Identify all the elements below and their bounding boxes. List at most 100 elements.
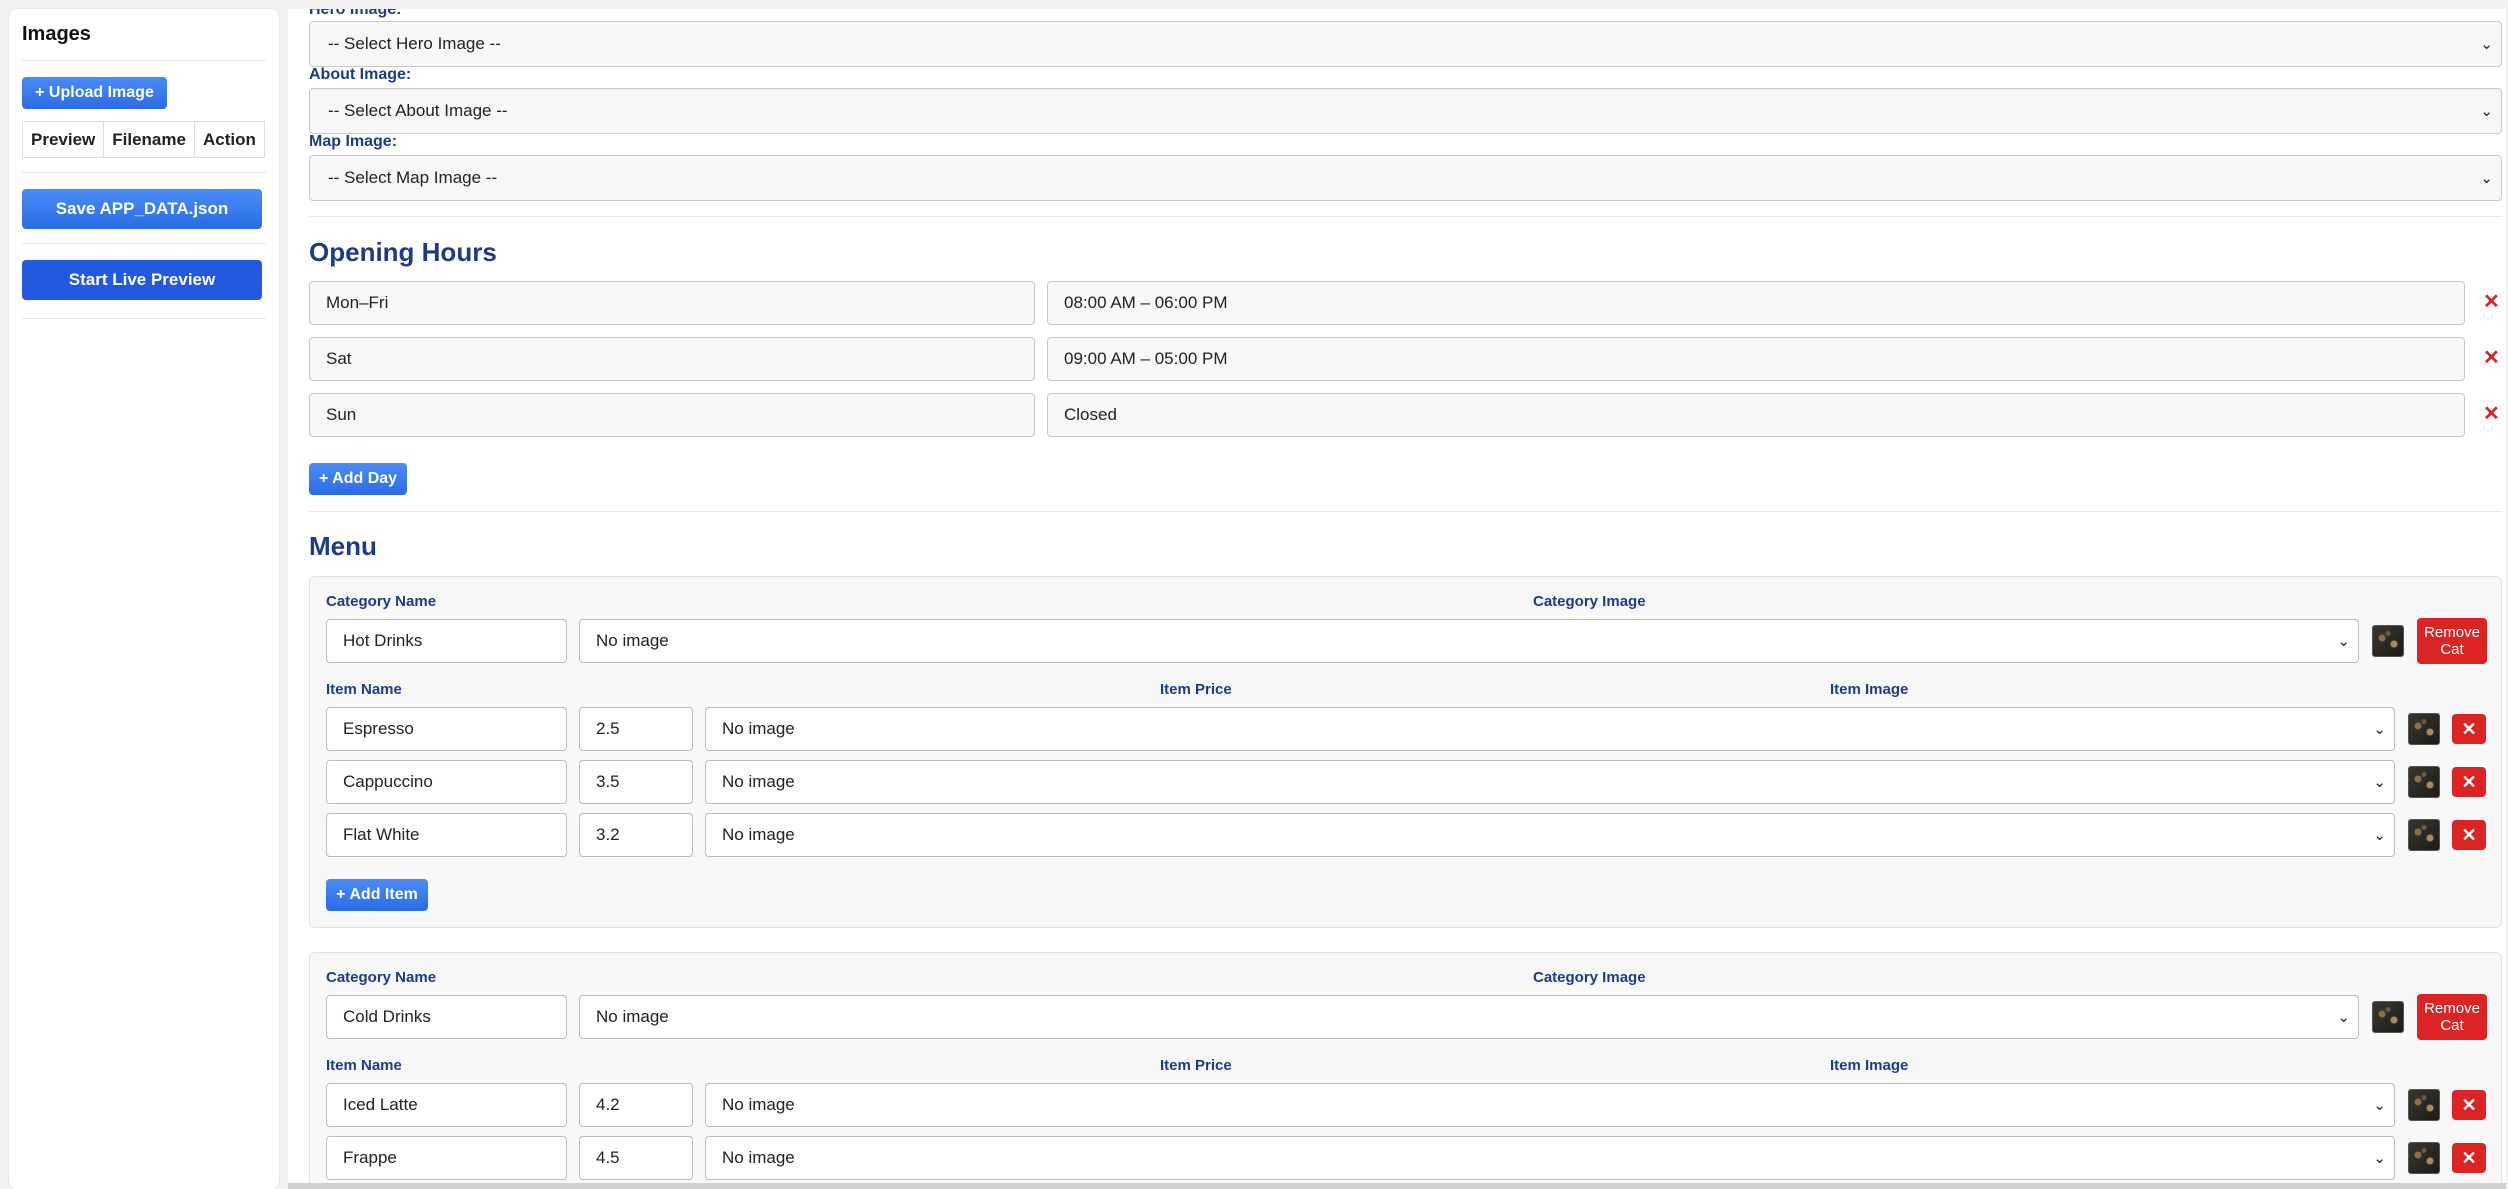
- main-editor: Hero Image: -- Select Hero Image -- ⌄ Ab…: [288, 9, 2506, 1189]
- menu-title: Menu: [309, 531, 377, 561]
- chevron-down-icon: ⌄: [2480, 170, 2493, 187]
- table-header-preview: Preview: [21, 121, 105, 158]
- item-image-value: No image: [722, 772, 795, 791]
- hours-day-input[interactable]: Sun: [309, 393, 1035, 437]
- map-image-value: -- Select Map Image --: [328, 168, 498, 187]
- add-day-button[interactable]: + Add Day: [309, 463, 407, 495]
- images-table: Preview Filename Action: [21, 121, 265, 158]
- map-image-select[interactable]: -- Select Map Image -- ⌄: [309, 155, 2502, 201]
- remove-day-icon[interactable]: ✕: [2483, 401, 2500, 426]
- category-name-input[interactable]: Cold Drinks: [326, 995, 567, 1039]
- about-image-label: About Image:: [309, 66, 412, 83]
- hours-day-input[interactable]: Sat: [309, 337, 1035, 381]
- divider: [309, 511, 2502, 512]
- remove-category-button[interactable]: Remove Cat: [2417, 994, 2487, 1040]
- divider: [22, 60, 266, 61]
- hours-time-input[interactable]: 08:00 AM – 06:00 PM: [1047, 281, 2465, 325]
- image-thumbnail-icon: [2372, 1001, 2404, 1033]
- remove-item-button[interactable]: ✕: [2452, 1090, 2486, 1120]
- item-image-value: No image: [722, 1095, 795, 1114]
- category-image-label: Category Image: [1533, 969, 1646, 986]
- hero-image-select[interactable]: -- Select Hero Image -- ⌄: [309, 21, 2502, 67]
- about-image-select[interactable]: -- Select About Image -- ⌄: [309, 88, 2502, 134]
- item-name-input[interactable]: Cappuccino: [326, 760, 567, 804]
- item-image-label: Item Image: [1830, 1057, 1909, 1074]
- item-price-input[interactable]: 4.5: [579, 1136, 693, 1180]
- remove-item-button[interactable]: ✕: [2452, 767, 2486, 797]
- item-image-select[interactable]: No image ⌄: [705, 1136, 2395, 1180]
- category-image-select[interactable]: No image ⌄: [579, 995, 2359, 1039]
- remove-day-icon[interactable]: ✕: [2483, 345, 2500, 370]
- chevron-down-icon: ⌄: [2337, 1009, 2350, 1026]
- table-header-filename: Filename: [103, 121, 195, 158]
- image-thumbnail-icon: [2408, 819, 2440, 851]
- category-name-label: Category Name: [326, 969, 437, 986]
- item-image-select[interactable]: No image ⌄: [705, 1083, 2395, 1127]
- item-name-input[interactable]: Iced Latte: [326, 1083, 567, 1127]
- category-image-value: No image: [596, 1007, 669, 1026]
- chevron-down-icon: ⌄: [2373, 1150, 2386, 1167]
- map-image-label: Map Image:: [309, 133, 398, 150]
- remove-category-button[interactable]: Remove Cat: [2417, 618, 2487, 664]
- chevron-down-icon: ⌄: [2480, 36, 2493, 53]
- item-price-input[interactable]: 4.2: [579, 1083, 693, 1127]
- item-image-select[interactable]: No image ⌄: [705, 760, 2395, 804]
- hours-time-input[interactable]: Closed: [1047, 393, 2465, 437]
- divider: [22, 243, 266, 244]
- opening-hours-title: Opening Hours: [309, 237, 497, 267]
- sidebar: Images + Upload Image Preview Filename A…: [9, 9, 279, 1189]
- start-live-preview-button[interactable]: Start Live Preview: [22, 260, 262, 300]
- sidebar-title: Images: [22, 23, 91, 45]
- image-thumbnail-icon: [2408, 1089, 2440, 1121]
- category-image-select[interactable]: No image ⌄: [579, 619, 2359, 663]
- chevron-down-icon: ⌄: [2373, 774, 2386, 791]
- item-price-input[interactable]: 3.2: [579, 813, 693, 857]
- item-image-select[interactable]: No image ⌄: [705, 813, 2395, 857]
- save-app-data-button[interactable]: Save APP_DATA.json: [22, 189, 262, 229]
- item-price-label: Item Price: [1160, 1057, 1232, 1074]
- horizontal-scrollbar[interactable]: [288, 1183, 2506, 1189]
- remove-item-button[interactable]: ✕: [2452, 1143, 2486, 1173]
- item-price-label: Item Price: [1160, 681, 1232, 698]
- divider: [22, 172, 266, 173]
- chevron-down-icon: ⌄: [2480, 103, 2493, 120]
- divider: [22, 318, 266, 319]
- category-image-value: No image: [596, 631, 669, 650]
- item-image-value: No image: [722, 719, 795, 738]
- item-image-select[interactable]: No image ⌄: [705, 707, 2395, 751]
- hero-image-value: -- Select Hero Image --: [328, 34, 501, 53]
- divider: [309, 216, 2502, 217]
- chevron-down-icon: ⌄: [2373, 721, 2386, 738]
- chevron-down-icon: ⌄: [2373, 827, 2386, 844]
- category-image-label: Category Image: [1533, 593, 1646, 610]
- image-thumbnail-icon: [2408, 766, 2440, 798]
- category-name-input[interactable]: Hot Drinks: [326, 619, 567, 663]
- hours-day-input[interactable]: Mon–Fri: [309, 281, 1035, 325]
- hours-time-input[interactable]: 09:00 AM – 05:00 PM: [1047, 337, 2465, 381]
- menu-category: Category Name Category Image Cold Drinks…: [309, 952, 2502, 1189]
- item-image-value: No image: [722, 825, 795, 844]
- chevron-down-icon: ⌄: [2373, 1097, 2386, 1114]
- item-price-input[interactable]: 2.5: [579, 707, 693, 751]
- item-name-input[interactable]: Frappe: [326, 1136, 567, 1180]
- item-image-value: No image: [722, 1148, 795, 1167]
- upload-image-button[interactable]: + Upload Image: [22, 77, 167, 109]
- item-name-input[interactable]: Espresso: [326, 707, 567, 751]
- table-header-action: Action: [193, 121, 265, 158]
- item-image-label: Item Image: [1830, 681, 1909, 698]
- menu-category: Category Name Category Image Hot Drinks …: [309, 576, 2502, 928]
- remove-day-icon[interactable]: ✕: [2483, 289, 2500, 314]
- remove-item-button[interactable]: ✕: [2452, 714, 2486, 744]
- item-price-input[interactable]: 3.5: [579, 760, 693, 804]
- image-thumbnail-icon: [2372, 625, 2404, 657]
- remove-item-button[interactable]: ✕: [2452, 820, 2486, 850]
- add-item-button[interactable]: + Add Item: [326, 879, 428, 911]
- category-name-label: Category Name: [326, 593, 437, 610]
- item-name-label: Item Name: [326, 1057, 402, 1074]
- about-image-value: -- Select About Image --: [328, 101, 508, 120]
- image-thumbnail-icon: [2408, 1142, 2440, 1174]
- item-name-input[interactable]: Flat White: [326, 813, 567, 857]
- hero-image-label: Hero Image:: [309, 9, 402, 18]
- item-name-label: Item Name: [326, 681, 402, 698]
- chevron-down-icon: ⌄: [2337, 633, 2350, 650]
